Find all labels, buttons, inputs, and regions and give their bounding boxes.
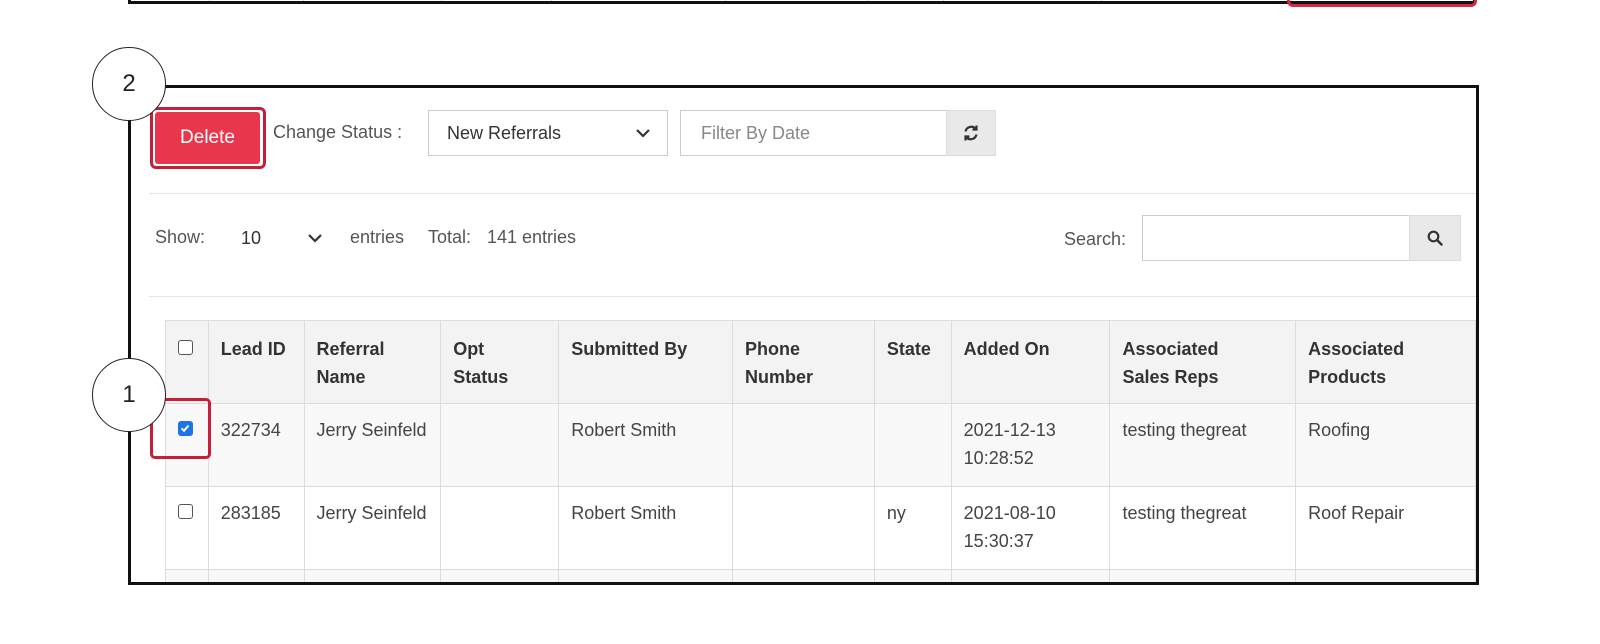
cell-referral-name: Jerry Seinfeld — [303, 403, 442, 487]
header-products[interactable]: Associated Products — [1295, 320, 1476, 404]
cell-submitted-by: Robert Smith — [558, 403, 734, 487]
cell-sales-reps: testing thegreat — [1109, 486, 1297, 570]
referrals-panel: Delete Change Status : New Referrals Fil… — [128, 85, 1479, 585]
callout-2-label: 2 — [122, 70, 136, 97]
change-status-label: Change Status : — [273, 122, 403, 142]
cell-submitted-by: Robert Smith — [558, 486, 734, 570]
cell-added-on: 2021-12-13 10:28:52 — [950, 403, 1111, 487]
cell-sales-reps: testing thegreat — [1109, 403, 1297, 487]
header-added-on[interactable]: Added On — [950, 320, 1111, 404]
previous-panel-highlight — [1287, 0, 1477, 7]
referrals-table: Lead ID Referral Name Opt Status Submitt… — [165, 320, 1476, 582]
status-select-value: New Referrals — [447, 122, 562, 143]
callout-1-label: 1 — [122, 381, 136, 408]
refresh-icon — [964, 125, 978, 141]
table-row: 283185 Jerry Seinfeld Robert Smith ny 20… — [165, 486, 1476, 570]
show-label: Show: — [155, 227, 206, 247]
row-checkbox[interactable] — [178, 504, 193, 519]
chevron-down-icon — [308, 234, 322, 243]
entries-select[interactable]: 10 — [223, 215, 331, 261]
cell-products: Roof Repair — [1295, 486, 1476, 570]
search-button[interactable] — [1409, 215, 1461, 261]
header-state[interactable]: State — [873, 320, 952, 404]
header-phone-number[interactable]: Phone Number — [732, 320, 875, 404]
header-opt-status[interactable]: Opt Status — [440, 320, 560, 404]
table-row: 322734 Jerry Seinfeld Robert Smith 2021-… — [165, 403, 1476, 487]
total-label: Total: — [428, 227, 472, 247]
delete-button[interactable]: Delete — [155, 112, 260, 164]
refresh-button[interactable] — [946, 110, 996, 156]
cell-state: ny — [873, 486, 952, 570]
entries-select-value: 10 — [241, 227, 262, 248]
cell-lead-id: 322734 — [207, 403, 305, 487]
select-all-checkbox[interactable] — [178, 340, 193, 355]
divider — [149, 193, 1476, 194]
previous-panel-frame — [128, 0, 1476, 4]
cell-referral-name: Jerry Seinfeld — [303, 486, 442, 570]
search-input[interactable] — [1142, 215, 1410, 261]
header-referral-name[interactable]: Referral Name — [303, 320, 442, 404]
total-value: 141 entries — [487, 227, 577, 247]
header-lead-id[interactable]: Lead ID — [207, 320, 305, 404]
callout-1: 1 — [92, 358, 166, 432]
cell-opt-status — [440, 486, 560, 570]
divider — [149, 296, 1476, 297]
row-select-cell — [165, 486, 209, 570]
header-sales-reps[interactable]: Associated Sales Reps — [1109, 320, 1297, 404]
cell-opt-status — [440, 403, 560, 487]
cell-phone — [732, 403, 875, 487]
cell-phone — [732, 486, 875, 570]
search-label: Search: — [1064, 229, 1127, 249]
search-icon — [1427, 230, 1443, 246]
header-submitted-by[interactable]: Submitted By — [558, 320, 734, 404]
callout-2: 2 — [92, 47, 166, 121]
cell-state — [873, 403, 952, 487]
entries-label: entries — [350, 227, 405, 247]
filter-date-placeholder: Filter By Date — [701, 122, 811, 143]
select-all-header — [165, 320, 209, 404]
cell-lead-id: 283185 — [207, 486, 305, 570]
cell-products: Roofing — [1295, 403, 1476, 487]
status-select[interactable]: New Referrals — [428, 110, 668, 156]
cell-added-on: 2021-08-10 15:30:37 — [950, 486, 1111, 570]
table-row — [165, 569, 1476, 582]
filter-date-input[interactable]: Filter By Date — [680, 110, 947, 156]
chevron-down-icon — [636, 129, 650, 138]
table-header-row: Lead ID Referral Name Opt Status Submitt… — [165, 320, 1476, 404]
